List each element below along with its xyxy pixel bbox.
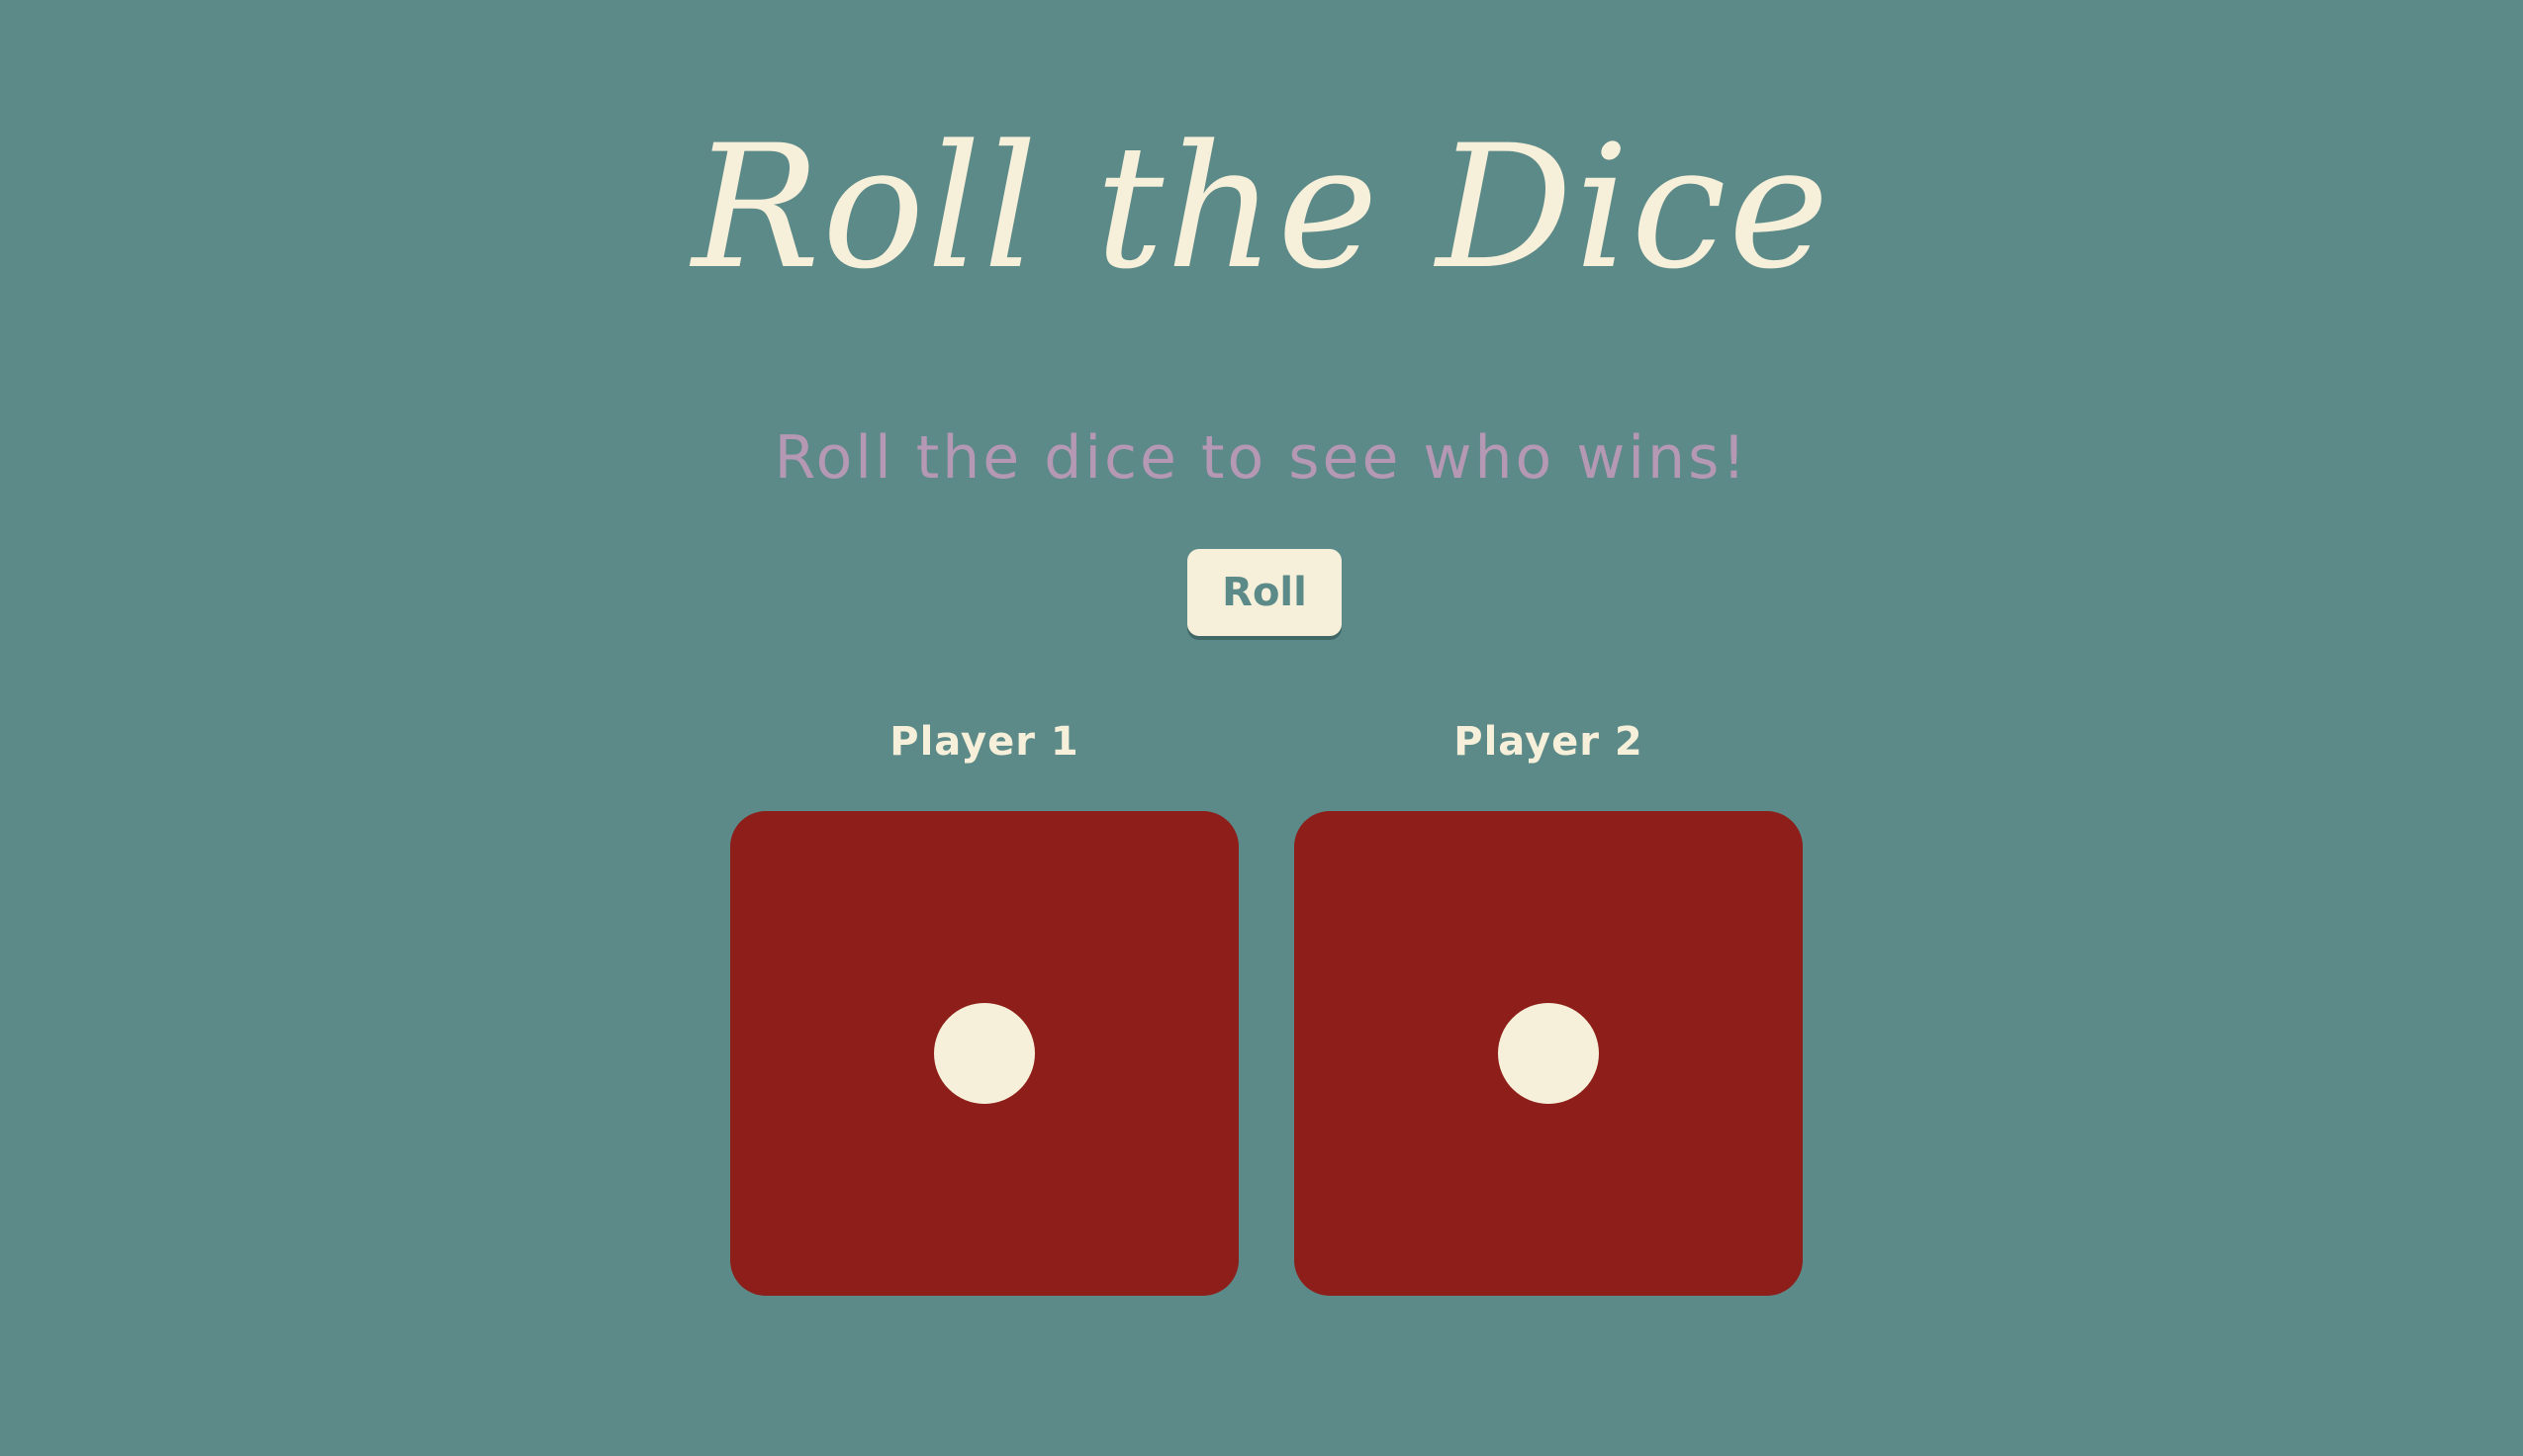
player-2-die [1294,811,1803,1296]
roll-button[interactable]: Roll [1187,549,1342,636]
instructions-text: Roll the dice to see who wins! [774,423,1749,493]
player-1-die [730,811,1239,1296]
die-pip [934,1003,1035,1104]
player-2-panel: Player 2 [1294,712,1803,1296]
player-1-label: Player 1 [889,719,1079,765]
player-1-panel: Player 1 [730,712,1239,1296]
die-pip [1498,1003,1599,1104]
player-2-label: Player 2 [1453,719,1643,765]
page-title: Roll the Dice [692,108,1831,307]
